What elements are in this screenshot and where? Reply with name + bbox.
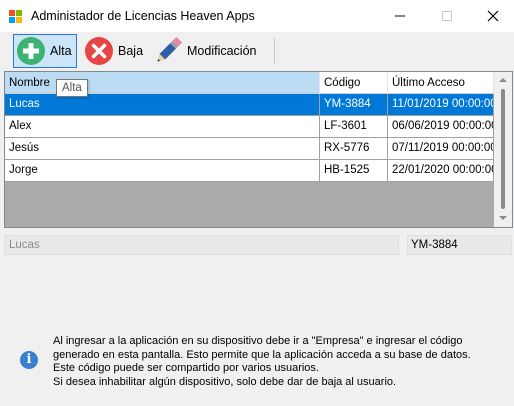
maximize-icon xyxy=(442,11,452,21)
info-line: Este código puede ser compartido por var… xyxy=(53,362,319,374)
table-row[interactable]: Alex LF-3601 06/06/2019 00:00:00 xyxy=(5,116,494,138)
nombre-field[interactable]: Lucas xyxy=(4,235,399,255)
baja-button[interactable]: Baja xyxy=(84,34,144,68)
cell-nombre: Alex xyxy=(5,116,320,138)
cell-codigo: RX-5776 xyxy=(320,138,388,160)
alta-button[interactable]: Alta xyxy=(13,34,77,68)
scroll-thumb[interactable] xyxy=(501,89,505,209)
cell-codigo: YM-3884 xyxy=(320,94,388,116)
window-title: Administador de Licencias Heaven Apps xyxy=(31,9,255,23)
cell-nombre: Lucas xyxy=(5,94,320,116)
info-line: Al ingresar a la aplicación en su dispos… xyxy=(53,335,463,347)
header-ultimo-acceso[interactable]: Último Acceso xyxy=(388,72,494,94)
add-icon xyxy=(17,37,45,65)
info-message: Al ingresar a la aplicación en su dispos… xyxy=(53,335,508,389)
cell-acceso: 06/06/2019 00:00:00 xyxy=(388,116,494,138)
baja-label: Baja xyxy=(118,44,144,58)
close-button[interactable] xyxy=(470,0,514,32)
minimize-icon xyxy=(395,15,405,17)
table-row[interactable]: Jorge HB-1525 22/01/2020 00:00:00 xyxy=(5,160,494,182)
scroll-down-icon[interactable] xyxy=(499,216,507,220)
scroll-up-icon[interactable] xyxy=(499,78,507,82)
codigo-field[interactable]: YM-3884 xyxy=(407,235,512,255)
delete-icon xyxy=(85,37,113,65)
title-bar: Administador de Licencias Heaven Apps xyxy=(0,0,514,32)
cell-codigo: LF-3601 xyxy=(320,116,388,138)
tooltip: Alta xyxy=(56,79,88,97)
modificacion-button[interactable]: Modificación xyxy=(152,34,264,68)
maximize-button[interactable] xyxy=(424,0,470,32)
close-icon xyxy=(487,10,499,22)
cell-acceso: 07/11/2019 00:00:00 xyxy=(388,138,494,160)
minimize-button[interactable] xyxy=(377,0,423,32)
toolbar: Alta Baja Modificación xyxy=(0,32,514,70)
vertical-scrollbar[interactable] xyxy=(494,72,512,227)
cell-acceso: 22/01/2020 00:00:00 xyxy=(388,160,494,182)
cell-acceso: 11/01/2019 00:00:00 xyxy=(388,94,494,116)
header-codigo[interactable]: Código xyxy=(320,72,388,94)
app-logo-icon xyxy=(9,10,23,24)
info-icon: i xyxy=(20,351,38,369)
header-nombre[interactable]: Nombre xyxy=(5,72,320,94)
toolbar-separator xyxy=(274,38,275,64)
pencil-icon xyxy=(157,36,183,62)
cell-nombre: Jesús xyxy=(5,138,320,160)
info-line: Si desea inhabilitar algún dispositivo, … xyxy=(53,375,397,388)
table-row[interactable]: Jesús RX-5776 07/11/2019 00:00:00 xyxy=(5,138,494,160)
table-row[interactable]: Lucas YM-3884 11/01/2019 00:00:00 xyxy=(5,94,494,116)
info-line: generado en esta pantalla. Esto permite … xyxy=(53,348,471,361)
cell-codigo: HB-1525 xyxy=(320,160,388,182)
cell-nombre: Jorge xyxy=(5,160,320,182)
alta-label: Alta xyxy=(50,44,72,58)
modificacion-label: Modificación xyxy=(187,44,257,58)
